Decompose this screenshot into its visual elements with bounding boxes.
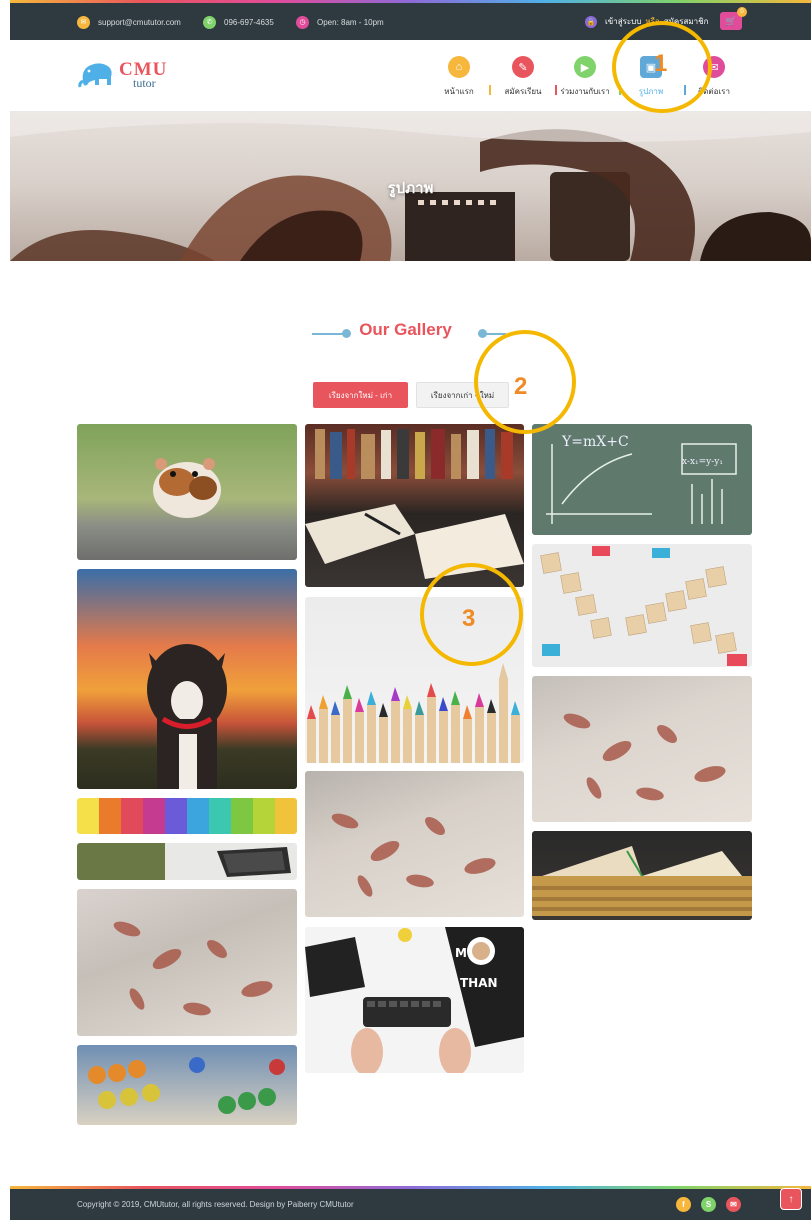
pencil-icon: ✎ — [512, 56, 534, 78]
keyboard-workspace-image: MORE THAN — [305, 927, 524, 1073]
back-to-top-button[interactable]: ↑ — [780, 1188, 802, 1210]
pencil-shavings-image — [113, 921, 273, 1016]
gallery-photo-shavings-3[interactable] — [532, 676, 752, 822]
nav-label: หน้าแรก — [444, 87, 474, 96]
nav-item-home[interactable]: ⌂ หน้าแรก — [424, 56, 494, 98]
math-chalkboard-image: Y=mX+C x-x₁=y-y₁ — [546, 434, 737, 524]
gallery-photo-scrabble[interactable] — [532, 544, 752, 667]
footer: Copyright © 2019, CMUtutor, all rights r… — [10, 1186, 811, 1220]
home-icon: ⌂ — [448, 56, 470, 78]
login-link[interactable]: เข้าสู่ระบบ — [605, 15, 641, 28]
page-banner: รูปภาพ — [10, 112, 811, 261]
annotation-number: 1 — [654, 50, 668, 77]
clock-icon: ◷ — [296, 15, 309, 29]
gallery-photo-dog[interactable] — [77, 569, 297, 789]
page-title: รูปภาพ — [387, 180, 434, 197]
gallery-photo-chalkboard[interactable]: Y=mX+C x-x₁=y-y₁ — [532, 424, 752, 535]
gallery-photo-laptop[interactable] — [77, 843, 297, 880]
laptop-image — [217, 847, 291, 877]
nav-label: ร่วมงานกับเรา — [560, 87, 610, 96]
hamster-image — [153, 458, 221, 518]
annotation-number: 3 — [462, 605, 476, 632]
old-books-image — [532, 846, 752, 916]
rainbow-stripe — [10, 1186, 811, 1189]
svg-text:Y=mX+C: Y=mX+C — [561, 434, 629, 450]
gallery-photo-abacus[interactable] — [77, 1045, 297, 1125]
lock-icon: 🔒 — [585, 15, 597, 28]
pencil-shavings-image — [563, 713, 726, 801]
skype-icon[interactable]: S — [701, 1197, 716, 1212]
gallery-photo-shavings-1[interactable] — [77, 889, 297, 1036]
copyright-text: Copyright © 2019, CMUtutor, all rights r… — [77, 1200, 354, 1209]
abacus-image — [88, 1057, 285, 1114]
rainbow-stripe — [10, 0, 811, 3]
svg-text:THAN: THAN — [460, 976, 498, 990]
cart-icon: 🛒 — [725, 15, 737, 26]
nav-item-join[interactable]: ▶ ร่วมงานกับเรา — [550, 56, 620, 98]
email-text: support@cmututor.com — [98, 17, 181, 27]
annotation-number: 2 — [514, 373, 528, 400]
open-book-image — [305, 429, 524, 579]
facebook-icon[interactable]: f — [676, 1197, 691, 1212]
envelope-icon: ✉ — [77, 15, 90, 29]
sort-newest-button[interactable]: เรียงจากใหม่ - เก่า — [313, 382, 408, 408]
dog-image — [147, 644, 227, 789]
cart-button[interactable]: 🛒 0 — [720, 7, 747, 30]
pencil-shavings-image — [331, 813, 496, 897]
nav-item-register[interactable]: ✎ สมัครเรียน — [488, 56, 558, 98]
video-icon: ▶ — [574, 56, 596, 78]
gallery-title: Our Gallery — [359, 320, 452, 339]
arrow-up-icon: ↑ — [788, 1193, 794, 1205]
gallery-photo-hamster[interactable] — [77, 424, 297, 560]
gallery-photo-open-book[interactable] — [305, 424, 524, 587]
nav-label: สมัครเรียน — [504, 87, 542, 96]
phone-contact[interactable]: ✆ 096-697-4635 — [203, 15, 274, 29]
hours-text: Open: 8am - 10pm — [317, 17, 384, 27]
gallery-photo-old-books[interactable] — [532, 831, 752, 920]
phone-text: 096-697-4635 — [224, 17, 274, 27]
mail-icon[interactable]: ✉ — [726, 1197, 741, 1212]
phone-icon: ✆ — [203, 15, 216, 29]
gallery-photo-crayons[interactable] — [77, 798, 297, 834]
cart-count-badge: 0 — [737, 7, 747, 17]
gallery-photo-shavings-2[interactable] — [305, 771, 524, 917]
gallery-photo-keyboard[interactable]: MORE THAN — [305, 927, 524, 1073]
hours-info: ◷ Open: 8am - 10pm — [296, 15, 384, 29]
svg-text:x-x₁=y-y₁: x-x₁=y-y₁ — [682, 457, 723, 467]
scrabble-learn-math-image — [540, 546, 747, 666]
email-contact[interactable]: ✉ support@cmututor.com — [77, 15, 181, 29]
